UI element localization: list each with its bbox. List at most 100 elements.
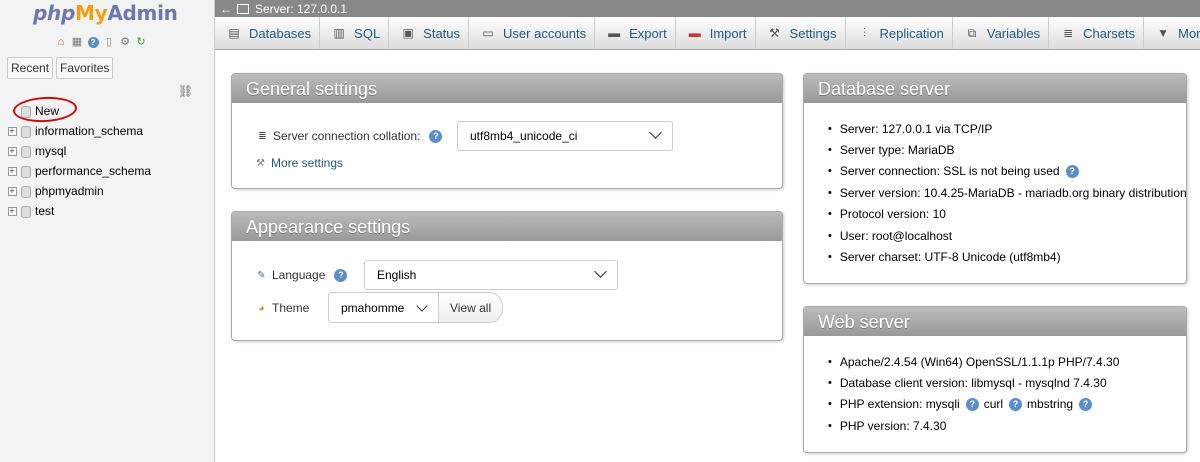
panel-title: Web server — [804, 307, 1186, 336]
tab-more[interactable]: ▼ More — [1144, 17, 1200, 49]
tree-item-label: mysql — [35, 144, 67, 158]
palette-icon: ◕ — [258, 302, 265, 314]
tab-label: Export — [629, 25, 667, 41]
theme-value: pmahomme — [341, 300, 405, 315]
tree-connector — [6, 105, 18, 117]
panel-title: Appearance settings — [232, 212, 782, 241]
tree-item-mysql[interactable]: + mysql — [6, 141, 151, 161]
tree-item-performance-schema[interactable]: + performance_schema — [6, 161, 151, 181]
help-icon[interactable]: ? — [1065, 164, 1079, 178]
theme-label: Theme — [272, 301, 310, 315]
tree-item-label: performance_schema — [35, 164, 152, 178]
collation-row: ≣ Server connection collation: ? — [256, 129, 443, 143]
tab-settings[interactable]: ⚒ Settings — [755, 17, 846, 49]
chevron-down-icon — [649, 126, 662, 139]
list-item-text: Server: 127.0.0.1 via TCP/IP — [839, 121, 993, 136]
language-value: English — [377, 268, 417, 282]
logo-php: php — [33, 1, 75, 25]
tree-item-phpmyadmin[interactable]: + phpmyadmin — [6, 181, 151, 201]
tab-variables[interactable]: ⧉ Variables — [952, 17, 1050, 49]
tab-charsets[interactable]: ≣ Charsets — [1049, 17, 1145, 49]
variables-icon: ⧉ — [967, 25, 977, 40]
server-breadcrumb-bar: ← Server: 127.0.0.1 — [215, 0, 1200, 17]
reload-icon[interactable]: ↻ — [134, 35, 148, 49]
view-all-button[interactable]: View all — [439, 292, 504, 323]
list-item-text: PHP version: 7.4.30 — [839, 418, 947, 433]
general-settings-panel: General settings ≣ Server connection col… — [231, 73, 783, 189]
expand-icon[interactable]: + — [6, 145, 18, 157]
tab-export[interactable]: ▬ Export — [595, 17, 676, 49]
database-icon — [19, 125, 31, 138]
new-database-icon — [19, 105, 31, 118]
list-item: Server type: MariaDB — [828, 139, 1187, 160]
logo-my: My — [74, 1, 108, 25]
php-extension-curl: curl — [983, 397, 1004, 412]
server-breadcrumb[interactable]: Server: 127.0.0.1 — [255, 2, 347, 16]
chevron-down-icon — [416, 300, 428, 312]
phpmyadmin-logo[interactable]: phpMyAdmin — [33, 1, 178, 25]
php-extension-mbstring: mbstring — [1027, 397, 1074, 412]
tree-item-information-schema[interactable]: + information_schema — [6, 121, 151, 141]
database-icon — [19, 185, 31, 198]
settings-icon[interactable]: ⚙ — [118, 35, 132, 49]
home-icon[interactable]: ⌂ — [54, 35, 68, 49]
navigation-panel: phpMyAdmin ⌂ ▦ ? ▯ ⚙ ↻ Recent Favorites … — [0, 0, 215, 462]
replication-icon: ⫶ — [863, 25, 867, 40]
database-icon — [19, 145, 31, 158]
logout-icon[interactable]: ▦ — [70, 35, 84, 49]
theme-select[interactable]: pmahomme — [328, 292, 439, 323]
link-icon[interactable]: ⛓ — [178, 84, 193, 98]
tab-label: Settings — [789, 25, 837, 41]
help-icon[interactable]: ? — [965, 397, 979, 411]
docs-icon[interactable]: ▯ — [102, 35, 116, 49]
list-item: Database client version: libmysql - mysq… — [828, 372, 1119, 393]
help-icon[interactable]: ? — [1009, 397, 1023, 411]
wrench-icon: ⚒ — [769, 26, 780, 40]
list-item-text: Server version: 10.4.25-MariaDB - mariad… — [839, 185, 1187, 200]
tab-label: Variables — [986, 25, 1041, 41]
theme-control: pmahomme View all — [328, 292, 504, 323]
tab-favorites[interactable]: Favorites — [56, 57, 114, 79]
tab-recent[interactable]: Recent — [7, 57, 54, 79]
tab-user-accounts[interactable]: ▭ User accounts — [469, 17, 596, 49]
import-icon: ▬ — [688, 26, 701, 40]
list-item-text: Server type: MariaDB — [839, 143, 955, 158]
help-icon[interactable]: ? — [334, 268, 348, 282]
wrench-icon: ⚒ — [256, 157, 265, 169]
tab-label: User accounts — [503, 25, 587, 41]
expand-icon[interactable]: + — [6, 205, 18, 217]
more-settings-link[interactable]: More settings — [271, 156, 343, 170]
sql-icon: ▥ — [333, 26, 345, 40]
tab-databases[interactable]: ▤ Databases — [215, 17, 321, 49]
tree-item-new[interactable]: New — [6, 101, 151, 121]
main-menu: ▤ Databases ▥ SQL ▣ Status ▭ User accounts ▬… — [215, 17, 1200, 50]
language-select[interactable]: English — [364, 260, 618, 290]
appearance-settings-panel: Appearance settings ✎ Language ? English… — [231, 211, 783, 341]
list-item-text: Database client version: libmysql - mysq… — [839, 376, 1107, 391]
status-icon: ▣ — [402, 26, 414, 40]
tab-replication[interactable]: ⫶ Replication — [845, 17, 953, 49]
tab-label: More — [1178, 25, 1200, 41]
tree-item-label: phpmyadmin — [35, 184, 104, 198]
recent-favorites-tabs: Recent Favorites — [7, 57, 114, 79]
panel-title: General settings — [232, 74, 782, 103]
tab-status[interactable]: ▣ Status — [389, 17, 470, 49]
php-extension-label: PHP extension: mysqli — [839, 397, 960, 412]
tab-sql[interactable]: ▥ SQL — [320, 17, 390, 49]
tab-import[interactable]: ▬ Import — [675, 17, 756, 49]
collation-select[interactable]: utf8mb4_unicode_ci — [457, 121, 673, 151]
list-item: Server connection: SSL is not being used… — [828, 161, 1187, 182]
tab-label: Replication — [879, 25, 944, 41]
theme-row: ◕ Theme — [255, 301, 309, 315]
help-icon[interactable]: ? — [429, 129, 443, 143]
expand-icon[interactable]: + — [6, 165, 18, 177]
list-item-text: User: root@localhost — [839, 228, 953, 243]
back-arrow-icon[interactable]: ← — [215, 2, 237, 16]
help-icon[interactable]: ? — [1079, 397, 1093, 411]
expand-icon[interactable]: + — [6, 185, 18, 197]
expand-icon[interactable]: + — [6, 125, 18, 137]
database-tree: New + information_schema + mysql + perfo… — [6, 101, 151, 221]
tab-label: Import — [709, 25, 747, 41]
help-icon[interactable]: ? — [86, 35, 100, 49]
tree-item-test[interactable]: + test — [6, 201, 151, 221]
